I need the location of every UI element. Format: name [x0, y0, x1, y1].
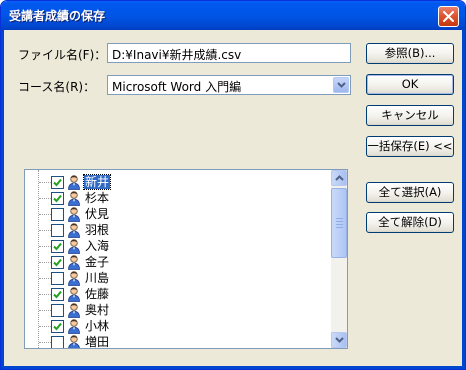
browse-button[interactable]: 参照(B)... — [366, 43, 454, 64]
tree-connector — [39, 214, 51, 215]
student-row[interactable]: 川島 — [25, 270, 332, 286]
person-icon — [66, 286, 82, 302]
checkmark-icon — [53, 258, 62, 267]
tree-connector — [39, 198, 51, 199]
window-frame-right — [462, 30, 465, 369]
student-checkbox[interactable] — [51, 176, 64, 189]
student-row[interactable]: 入海 — [25, 238, 332, 254]
scroll-down-button[interactable] — [331, 332, 347, 348]
student-name: 小林 — [85, 319, 110, 333]
student-row[interactable]: 杉本 — [25, 190, 332, 206]
tree-connector — [39, 278, 51, 279]
student-row[interactable]: 佐藤 — [25, 286, 332, 302]
student-row[interactable]: 増田 — [25, 334, 332, 349]
student-row[interactable]: 新井 — [25, 174, 332, 190]
tree-connector — [39, 326, 51, 327]
student-checkbox[interactable] — [51, 192, 64, 205]
student-row[interactable]: 伏見 — [25, 206, 332, 222]
student-name: 伏見 — [85, 207, 110, 221]
person-icon — [66, 270, 82, 286]
batch-save-button[interactable]: 一括保存(E) << — [366, 136, 454, 157]
scroll-up-button[interactable] — [331, 170, 347, 186]
checkmark-icon — [53, 242, 62, 251]
person-icon — [66, 254, 82, 270]
checkmark-icon — [53, 178, 62, 187]
tree-connector — [39, 342, 51, 343]
student-name: 新井 — [82, 174, 112, 190]
close-icon — [443, 11, 454, 22]
course-name-select[interactable]: Microsoft Word 入門編 — [107, 75, 351, 95]
student-row[interactable]: 奥村 — [25, 302, 332, 318]
student-name: 川島 — [85, 271, 110, 285]
student-name: 羽根 — [85, 223, 110, 237]
vertical-scrollbar[interactable] — [331, 170, 347, 348]
student-checkbox[interactable] — [51, 336, 64, 348]
tree-connector — [39, 294, 51, 295]
person-icon — [66, 174, 82, 190]
student-list[interactable]: 新井 杉本伏見羽根入海金子川島佐藤奥村小林増田 — [24, 169, 348, 349]
student-checkbox[interactable] — [51, 208, 64, 221]
student-checkbox[interactable] — [51, 304, 64, 317]
chevron-down-icon — [335, 337, 344, 343]
person-icon — [66, 334, 82, 348]
student-checkbox[interactable] — [51, 320, 64, 333]
student-name: 佐藤 — [85, 287, 110, 301]
person-icon — [66, 206, 82, 222]
person-icon — [66, 238, 82, 254]
chevron-down-icon — [337, 82, 346, 88]
cancel-button[interactable]: キャンセル — [366, 105, 454, 126]
dropdown-arrow-button[interactable] — [333, 77, 349, 93]
person-icon — [66, 190, 82, 206]
course-name-label: コース名(R)： — [18, 80, 96, 94]
student-checkbox[interactable] — [51, 240, 64, 253]
tree-connector — [39, 230, 51, 231]
scroll-thumb[interactable] — [331, 188, 347, 258]
course-name-value: Microsoft Word 入門編 — [112, 80, 242, 94]
checkmark-icon — [53, 290, 62, 299]
student-name: 増田 — [85, 335, 110, 349]
checkmark-icon — [53, 194, 62, 203]
file-name-input[interactable]: D:¥Inavi¥新井成績.csv — [107, 43, 351, 63]
deselect-all-button[interactable]: 全て解除(D) — [366, 212, 454, 233]
person-icon — [66, 222, 82, 238]
student-checkbox[interactable] — [51, 256, 64, 269]
tree-connector — [39, 262, 51, 263]
window-frame-left — [1, 30, 4, 369]
window-frame-bottom — [1, 366, 465, 369]
save-dialog: 受講者成績の保存 ファイル名(F)： D:¥Inavi¥新井成績.csv コース… — [0, 0, 466, 370]
student-checkbox[interactable] — [51, 272, 64, 285]
ok-button[interactable]: OK — [366, 74, 454, 95]
select-all-button[interactable]: 全て選択(A) — [366, 182, 454, 203]
student-name: 奥村 — [85, 303, 110, 317]
student-row[interactable]: 小林 — [25, 318, 332, 334]
student-row[interactable]: 羽根 — [25, 222, 332, 238]
close-button[interactable] — [438, 6, 459, 27]
student-checkbox[interactable] — [51, 224, 64, 237]
tree-connector — [39, 310, 51, 311]
student-row[interactable]: 金子 — [25, 254, 332, 270]
title-bar[interactable]: 受講者成績の保存 — [1, 1, 465, 30]
person-icon — [66, 302, 82, 318]
student-name: 入海 — [85, 239, 110, 253]
window-title: 受講者成績の保存 — [9, 9, 106, 23]
student-checkbox[interactable] — [51, 288, 64, 301]
file-name-label: ファイル名(F)： — [18, 48, 107, 62]
checkmark-icon — [53, 322, 62, 331]
person-icon — [66, 318, 82, 334]
student-name: 杉本 — [85, 191, 110, 205]
student-name: 金子 — [85, 255, 110, 269]
chevron-up-icon — [335, 175, 344, 181]
tree-connector — [39, 246, 51, 247]
tree-connector — [39, 182, 51, 183]
